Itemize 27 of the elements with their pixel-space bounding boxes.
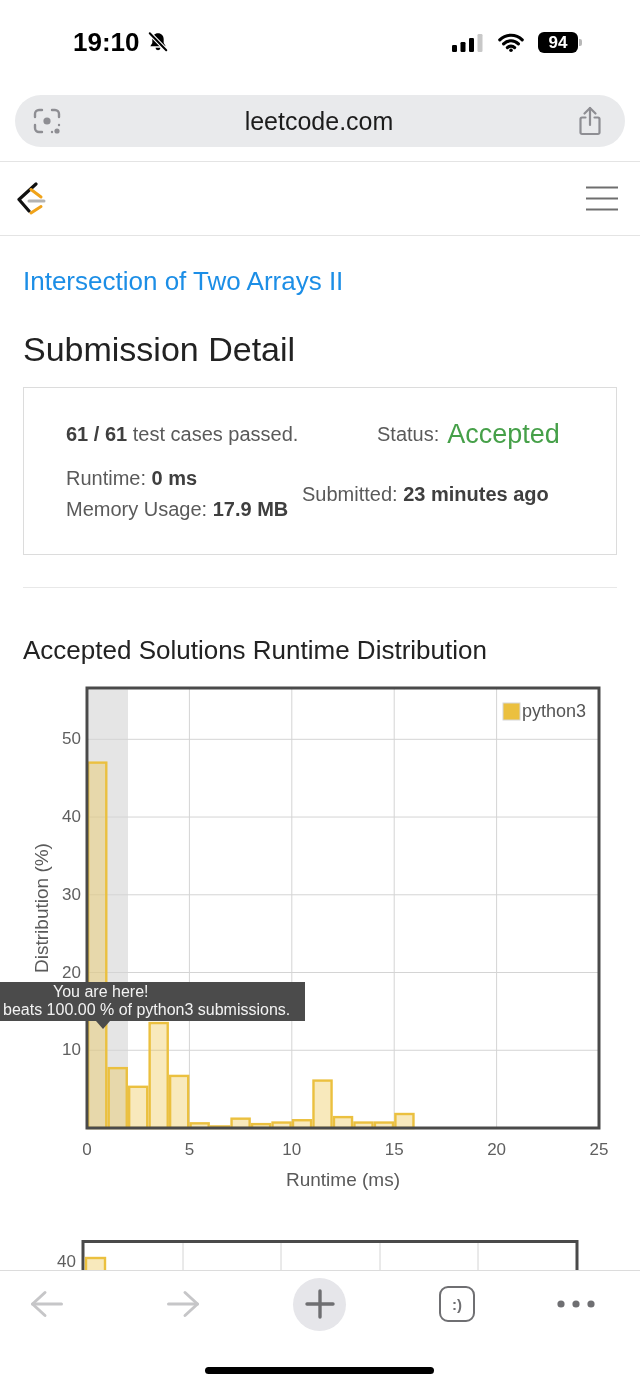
status-label: Status: (377, 422, 440, 447)
axis-tick-label: 30 (62, 884, 81, 904)
legend-label: python3 (522, 701, 587, 721)
axis-tick-label: 5 (184, 1140, 195, 1159)
axis-tick-label: 20 (487, 1140, 507, 1159)
axis-tick-label: 0 (82, 1140, 92, 1159)
axis-title: Distribution (%) (31, 843, 52, 973)
runtime-text: Runtime: 0 ms (66, 466, 199, 491)
axis-tick-label: 40 (62, 807, 81, 827)
axis-tick-label: 25 (589, 1140, 609, 1159)
tooltip-text: beats 100.00 % of python3 submissions. (2, 1001, 292, 1019)
axis-tick-label: 20 (62, 962, 81, 982)
axis-tick-label: 40 (57, 1252, 76, 1270)
memory-text: Memory Usage: 17.9 MB (66, 497, 290, 522)
battery-indicator: 94 (538, 31, 578, 53)
axis-tick-label: 15 (384, 1140, 404, 1159)
status-value: Accepted (447, 418, 560, 451)
axis-title: Runtime (ms) (286, 1169, 400, 1190)
test-cases-text: 61 / 61 test cases passed. (66, 422, 300, 447)
axis-tick-label: 10 (62, 1040, 81, 1060)
axis-tick-label: 50 (62, 729, 81, 749)
clock-time: 19:10 (73, 29, 140, 55)
axis-tick-label: 10 (282, 1140, 302, 1159)
tooltip-title: You are here! (52, 983, 150, 1001)
page-title: Submission Detail (23, 329, 297, 369)
chart-title: Accepted Solutions Runtime Distribution (23, 634, 488, 666)
submitted-text: Submitted: 23 minutes ago (302, 482, 550, 507)
